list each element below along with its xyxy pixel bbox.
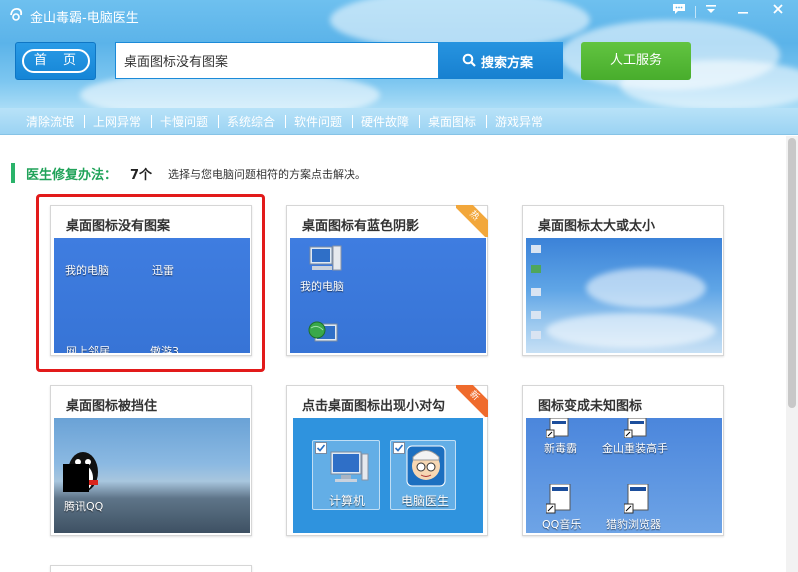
solution-card[interactable]: 桌面图标有蓝色阴影 我的电脑 热 [286, 205, 488, 356]
thumb-label: 我的电脑 [300, 280, 344, 293]
card-title: 桌面图标太大或太小 [538, 219, 656, 234]
computer-icon [309, 245, 342, 271]
solution-card[interactable] [50, 565, 252, 572]
thumb-label: 腾讯QQ [64, 500, 104, 513]
card-title: 桌面图标被挡住 [66, 399, 158, 414]
computer-icon [330, 451, 369, 482]
thumb-label: 猎豹浏览器 [606, 518, 661, 531]
checkbox-checked-icon [315, 442, 327, 454]
thumb-label: 新毒霸 [544, 442, 577, 455]
search-icon [462, 53, 476, 67]
search-box [115, 42, 439, 79]
home-label: 首 页 [22, 49, 90, 73]
category-desktop-icon[interactable]: 桌面图标 [428, 113, 476, 130]
category-system[interactable]: 系统综合 [227, 113, 275, 130]
solution-count: 7个 [130, 168, 153, 183]
separator [218, 115, 219, 128]
thumb-label: 计算机 [329, 494, 366, 508]
unknown-file-icon [546, 484, 571, 514]
unknown-file-icon [624, 484, 649, 514]
category-game[interactable]: 游戏异常 [495, 113, 543, 130]
hot-badge: 热 [456, 205, 488, 237]
hot-badge-label: 热 [456, 205, 488, 237]
cloud-decoration [586, 268, 706, 308]
card-thumbnail: 我的电脑 [290, 238, 486, 353]
category-software[interactable]: 软件问题 [294, 113, 342, 130]
network-globe-icon [308, 321, 338, 342]
separator [352, 115, 353, 128]
category-network[interactable]: 上网异常 [93, 113, 141, 130]
separator [486, 115, 487, 128]
thumb-label: 电脑医生 [401, 494, 450, 508]
new-badge-label: 新 [456, 385, 488, 417]
scrollbar-thumb[interactable] [788, 138, 796, 408]
solution-card[interactable]: 桌面图标被挡住 腾讯QQ [50, 385, 252, 536]
separator [419, 115, 420, 128]
search-button-label: 搜索方案 [481, 56, 534, 71]
cloud-decoration [546, 313, 716, 348]
category-hardware[interactable]: 硬件故障 [361, 113, 409, 130]
category-bar: 清除流氓 上网异常 卡慢问题 系统综合 软件问题 硬件故障 桌面图标 游戏异常 [0, 108, 798, 135]
menu-dropdown-icon[interactable] [700, 3, 722, 21]
search-input[interactable] [116, 43, 438, 78]
solution-card[interactable]: 点击桌面图标出现小对勾 计算机 电脑医生 新 [286, 385, 488, 536]
home-button[interactable]: 首 页 [15, 42, 96, 80]
blocking-rectangle [63, 464, 89, 492]
solution-card[interactable]: 桌面图标太大或太小 [522, 205, 724, 356]
card-title: 点击桌面图标出现小对勾 [302, 399, 446, 414]
minimize-icon[interactable] [732, 3, 754, 21]
doctor-icon [406, 445, 446, 487]
card-thumbnail [526, 238, 722, 353]
new-badge: 新 [456, 385, 488, 417]
app-logo-icon [10, 7, 23, 21]
title-bar: 金山毒霸-电脑医生 [0, 0, 798, 30]
card-title: 桌面图标有蓝色阴影 [302, 219, 420, 234]
category-clean-rogue[interactable]: 清除流氓 [26, 113, 74, 130]
section-title: 医生修复办法： [26, 168, 118, 183]
unknown-file-icon [546, 418, 569, 438]
thumb-label: QQ音乐 [542, 518, 582, 531]
checkbox-checked-icon [393, 442, 405, 454]
section-marker [11, 163, 15, 183]
separator [285, 115, 286, 128]
service-button[interactable]: 人工服务 [581, 42, 691, 80]
separator [151, 115, 152, 128]
selection-highlight [36, 194, 265, 372]
separator [695, 6, 696, 18]
separator [84, 115, 85, 128]
category-slow[interactable]: 卡慢问题 [160, 113, 208, 130]
card-thumbnail: 新毒霸 金山重装高手 QQ音乐 猎豹浏览器 [526, 418, 722, 533]
card-thumbnail: 腾讯QQ [54, 418, 250, 533]
section-hint: 选择与您电脑问题相符的方案点击解决。 [168, 168, 366, 181]
window-title: 金山毒霸-电脑医生 [30, 11, 139, 26]
scrollbar[interactable] [786, 136, 798, 572]
close-icon[interactable] [767, 3, 789, 21]
search-button[interactable]: 搜索方案 [439, 42, 563, 79]
small-icons-column [531, 245, 541, 339]
thumb-label: 金山重装高手 [602, 442, 668, 455]
header: 金山毒霸-电脑医生 首 页 搜索方案 人工服务 [0, 0, 798, 108]
unknown-file-icon [624, 418, 647, 438]
card-title: 图标变成未知图标 [538, 399, 643, 414]
solution-card[interactable]: 图标变成未知图标 新毒霸 金山重装高手 QQ音乐 猎豹浏览器 [522, 385, 724, 536]
card-thumbnail: 计算机 电脑医生 [293, 418, 483, 533]
chat-icon[interactable] [668, 3, 690, 21]
